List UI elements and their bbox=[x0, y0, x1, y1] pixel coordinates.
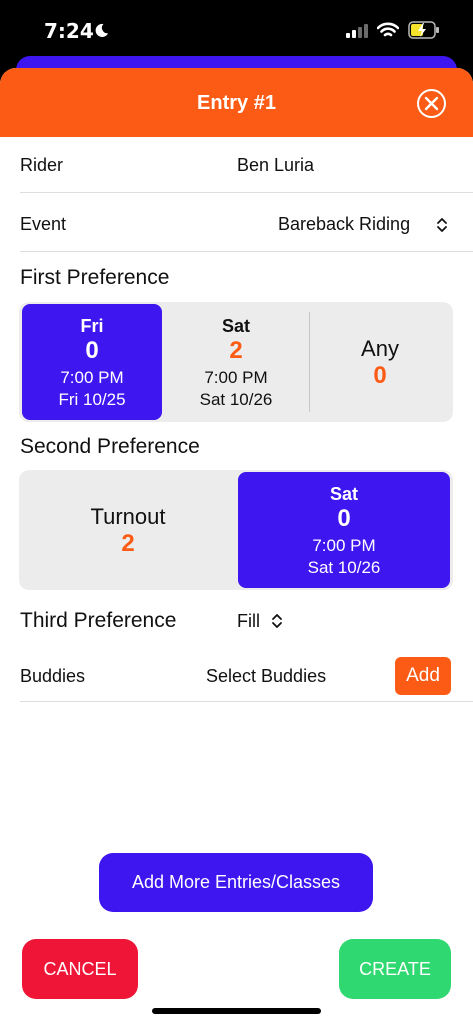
option-date: Sat 10/26 bbox=[307, 558, 381, 577]
page-title: Entry #1 bbox=[197, 92, 276, 114]
option-time: 7:00 PM bbox=[60, 368, 124, 387]
status-time: 7:24 bbox=[44, 19, 94, 43]
add-buddy-button[interactable]: Add bbox=[395, 657, 451, 695]
event-label: Event bbox=[20, 214, 67, 234]
first-pref-option-sat[interactable]: Sat 2 7:00 PM Sat 10/26 bbox=[163, 304, 309, 420]
option-date: Fri 10/25 bbox=[58, 390, 126, 409]
signal-icon bbox=[346, 24, 368, 38]
battery-charging-icon bbox=[408, 21, 439, 39]
rider-row: Rider Ben Luria bbox=[20, 137, 473, 193]
third-preference-title: Third Preference bbox=[20, 609, 177, 632]
buddies-label: Buddies bbox=[20, 666, 86, 686]
second-pref-option-turnout[interactable]: Turnout 2 bbox=[22, 472, 234, 588]
moon-icon bbox=[95, 23, 109, 37]
option-count: 0 bbox=[373, 362, 387, 389]
option-time: 7:00 PM bbox=[204, 368, 268, 387]
rider-label: Rider bbox=[20, 155, 64, 175]
select-buddies[interactable]: Select Buddies bbox=[206, 666, 326, 687]
close-icon bbox=[424, 96, 439, 111]
create-button[interactable]: CREATE bbox=[339, 939, 451, 999]
option-day: Sat bbox=[221, 316, 250, 336]
first-preference-title: First Preference bbox=[20, 266, 170, 289]
option-count: 2 bbox=[229, 337, 243, 364]
chevron-up-down-icon bbox=[437, 218, 447, 232]
option-day: Any bbox=[361, 336, 399, 361]
add-more-entries-button[interactable]: Add More Entries/Classes bbox=[99, 853, 373, 912]
option-count: 0 bbox=[337, 505, 351, 532]
cancel-button[interactable]: CANCEL bbox=[22, 939, 138, 999]
second-pref-option-sat[interactable]: Sat 0 7:00 PM Sat 10/26 bbox=[238, 472, 450, 588]
option-day: Sat bbox=[329, 484, 358, 504]
option-date: Sat 10/26 bbox=[199, 390, 273, 409]
chevron-up-down-icon bbox=[272, 614, 282, 628]
option-day: Fri bbox=[80, 316, 104, 336]
wifi-icon bbox=[377, 22, 399, 37]
event-select[interactable]: Bareback Riding bbox=[278, 214, 410, 235]
event-row[interactable]: Event Bareback Riding bbox=[20, 193, 473, 252]
option-count: 0 bbox=[85, 337, 99, 364]
sheet-header: Entry #1 bbox=[0, 68, 473, 137]
first-pref-option-fri[interactable]: Fri 0 7:00 PM Fri 10/25 bbox=[22, 304, 162, 420]
close-button[interactable] bbox=[417, 89, 446, 118]
status-bar: 7:24 bbox=[0, 0, 473, 62]
rider-value: Ben Luria bbox=[237, 155, 315, 175]
first-preference-selector: Fri 0 7:00 PM Fri 10/25 Sat 2 7:00 PM Sa… bbox=[19, 302, 453, 422]
first-pref-option-any[interactable]: Any 0 bbox=[310, 304, 450, 420]
second-preference-selector: Turnout 2 Sat 0 7:00 PM Sat 10/26 bbox=[19, 470, 453, 590]
third-preference-select[interactable]: Fill bbox=[237, 611, 260, 632]
entry-sheet: Entry #1 Rider Ben Luria Event Bareback … bbox=[0, 68, 473, 1024]
option-count: 2 bbox=[121, 530, 135, 557]
second-preference-title: Second Preference bbox=[20, 435, 200, 458]
option-time: 7:00 PM bbox=[312, 536, 376, 555]
home-indicator bbox=[152, 1008, 321, 1014]
option-day: Turnout bbox=[90, 504, 166, 529]
